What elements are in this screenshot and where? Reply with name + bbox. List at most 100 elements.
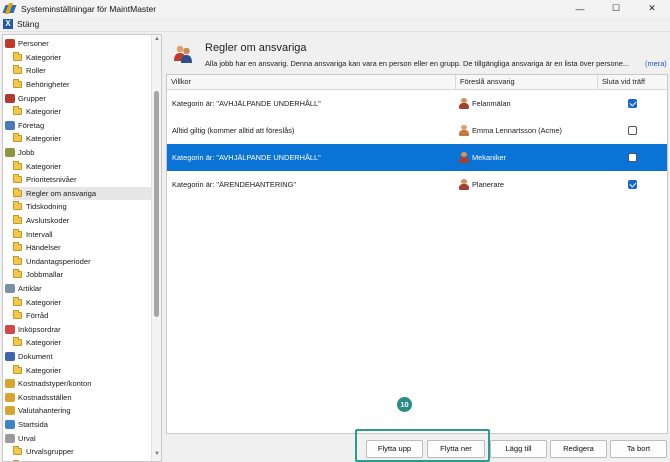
- window-close-button[interactable]: ✕: [634, 0, 670, 17]
- tree-item[interactable]: Kategorier: [13, 295, 151, 309]
- move-up-button[interactable]: Flytta upp: [366, 440, 423, 458]
- tree-item-label: Kategorier: [26, 134, 62, 144]
- tree-item[interactable]: Avancerad sökning: [13, 459, 151, 461]
- tree-item[interactable]: Händelser: [13, 241, 151, 255]
- tree-item-label: Inköpsordrar: [18, 324, 61, 334]
- folder-icon: [13, 201, 22, 211]
- tree-item[interactable]: Prioritetsnivåer: [13, 173, 151, 187]
- window-title: Systeminställningar för MaintMaster: [21, 3, 157, 14]
- close-menu-item[interactable]: Stäng: [17, 19, 39, 29]
- cost-centers-icon: [5, 392, 15, 402]
- tree-item[interactable]: Kategorier: [13, 159, 151, 173]
- tree-item-label: Kategorier: [26, 107, 62, 117]
- tree-item-label: Avslutskoder: [26, 216, 70, 226]
- tree-item[interactable]: Kategorier: [13, 105, 151, 119]
- table-row[interactable]: Kategorin är: "AVHJÄLPANDE UNDERHÅLL" Fel…: [167, 90, 667, 117]
- tree-item-label: Händelser: [26, 243, 61, 253]
- tree-item[interactable]: Grupper: [5, 91, 151, 105]
- table-row[interactable]: Kategorin är: "AVHJÄLPANDE UNDERHÅLL" Mek…: [167, 144, 667, 171]
- tree-item[interactable]: Kostnadstyper/konton: [5, 377, 151, 391]
- jobs-icon: [5, 148, 15, 158]
- tree-item-label: Kostnadsställen: [18, 392, 72, 402]
- close-icon[interactable]: X: [3, 19, 13, 29]
- currency-icon: [5, 406, 15, 416]
- folder-icon: [13, 446, 22, 456]
- edit-button[interactable]: Redigera: [550, 440, 607, 458]
- table-row[interactable]: Alltid giltig (kommer alltid att föreslå…: [167, 117, 667, 144]
- page-description: Alla jobb har en ansvarig. Denna ansvari…: [205, 59, 629, 68]
- maximize-button[interactable]: ☐: [598, 0, 634, 17]
- scroll-up-arrow-icon[interactable]: ▲: [152, 36, 161, 45]
- tree-item[interactable]: Jobb: [5, 146, 151, 160]
- person-icon: [459, 125, 469, 136]
- tree-item[interactable]: Intervall: [13, 227, 151, 241]
- cost-types-icon: [5, 379, 15, 389]
- stop-on-match-checkbox[interactable]: [628, 126, 637, 135]
- tree-item-label: Förråd: [26, 311, 49, 321]
- folder-icon: [13, 296, 22, 306]
- column-header-condition[interactable]: Villkor: [167, 75, 456, 89]
- delete-button[interactable]: Ta bort: [610, 440, 667, 458]
- folder-icon: [13, 106, 22, 116]
- tree-item[interactable]: Urval: [5, 431, 151, 445]
- tree-item[interactable]: Regler om ansvariga: [13, 186, 151, 201]
- table-row[interactable]: Kategorin är: "ÄRENDEHANTERING" Planerare: [167, 171, 667, 198]
- persons-icon: [5, 39, 15, 49]
- tree-item[interactable]: Startsida: [5, 418, 151, 432]
- tree-item[interactable]: Avslutskoder: [13, 214, 151, 228]
- tree-item[interactable]: Behörigheter: [13, 78, 151, 92]
- tree-item-label: Företag: [18, 120, 45, 130]
- tree-item[interactable]: Artiklar: [5, 282, 151, 296]
- tree-item-label: Undantagsperioder: [26, 256, 91, 266]
- tree-item-label: Artiklar: [18, 284, 42, 294]
- folder-icon: [13, 65, 22, 75]
- responsible-persons-icon: [174, 45, 192, 63]
- tree-scroll-thumb[interactable]: [154, 91, 159, 317]
- condition-cell: Kategorin är: "ÄRENDEHANTERING": [172, 180, 296, 189]
- folder-icon: [13, 51, 22, 61]
- tree-item[interactable]: Valutahantering: [5, 404, 151, 418]
- tree-item[interactable]: Tidskodning: [13, 200, 151, 214]
- folder-icon: [13, 337, 22, 347]
- move-down-button[interactable]: Flytta ner: [427, 440, 485, 458]
- rules-grid[interactable]: Villkor Föreslå ansvarig Sluta vid träff…: [166, 74, 668, 434]
- tree-item[interactable]: Kostnadsställen: [5, 391, 151, 405]
- column-header-stop-on-match[interactable]: Sluta vid träff: [598, 75, 667, 89]
- tree-item[interactable]: Roller: [13, 64, 151, 78]
- add-button[interactable]: Lägg till: [490, 440, 547, 458]
- scroll-down-arrow-icon[interactable]: ▼: [152, 451, 161, 460]
- folder-icon: [13, 364, 22, 374]
- folder-icon: [13, 79, 22, 89]
- tree-item[interactable]: Kategorier: [13, 132, 151, 146]
- folder-icon: [13, 242, 22, 252]
- tree-item-label: Personer: [18, 39, 49, 49]
- tree-item-label: Urvalsgrupper: [26, 447, 74, 457]
- tree-item[interactable]: Undantagsperioder: [13, 255, 151, 269]
- settings-tree[interactable]: Personer Kategorier Roller Behörigheter Grup…: [2, 34, 162, 462]
- tree-item-label: Intervall: [26, 229, 53, 239]
- folder-icon: [13, 133, 22, 143]
- tree-item[interactable]: Kategorier: [13, 51, 151, 65]
- tree-item[interactable]: Förråd: [13, 309, 151, 323]
- tree-item[interactable]: Dokument: [5, 350, 151, 364]
- minimize-button[interactable]: —: [562, 0, 598, 17]
- maintmaster-logo-icon: [2, 3, 17, 14]
- tree-item[interactable]: Urvalsgrupper: [13, 445, 151, 459]
- tree-item[interactable]: Jobbmallar: [13, 268, 151, 282]
- stop-on-match-checkbox[interactable]: [628, 99, 637, 108]
- more-link[interactable]: (mera): [645, 59, 667, 68]
- tree-item[interactable]: Kategorier: [13, 363, 151, 377]
- tree-item[interactable]: Kategorier: [13, 336, 151, 350]
- column-header-responsible[interactable]: Föreslå ansvarig: [456, 75, 598, 89]
- tree-item[interactable]: Inköpsordrar: [5, 323, 151, 337]
- tree-item-label: Kategorier: [26, 161, 62, 171]
- tree-scrollbar[interactable]: ▲ ▼: [151, 35, 161, 461]
- tree-item-label: Kostnadstyper/konton: [18, 379, 92, 389]
- stop-on-match-checkbox[interactable]: [628, 180, 637, 189]
- group-icon: [459, 179, 469, 190]
- tree-item[interactable]: Företag: [5, 119, 151, 133]
- documents-icon: [5, 352, 15, 362]
- stop-on-match-checkbox[interactable]: [628, 153, 637, 162]
- tree-item[interactable]: Personer: [5, 37, 151, 51]
- step-badge: 10: [397, 397, 412, 412]
